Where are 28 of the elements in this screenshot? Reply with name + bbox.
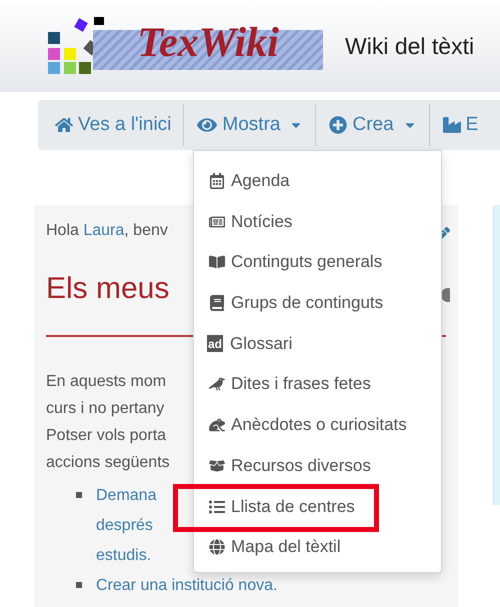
paragraph-line: Potser vols porta bbox=[46, 426, 166, 446]
menu-item[interactable]: Llista de centres bbox=[194, 492, 359, 522]
paragraph-line: accions següents bbox=[46, 453, 170, 473]
paragraph-line: curs i no pertany bbox=[46, 399, 164, 419]
action-link[interactable]: estudis. bbox=[96, 541, 152, 571]
action-link[interactable]: Demana bbox=[96, 481, 156, 511]
paragraph-line: En aquests mom bbox=[46, 372, 166, 392]
page-heading: Els meus bbox=[46, 271, 170, 307]
nav-item[interactable]: Crea bbox=[316, 104, 430, 146]
action-link[interactable]: després bbox=[96, 511, 153, 541]
greeting-text: , benv bbox=[124, 222, 168, 239]
menu-item[interactable]: Agenda bbox=[194, 166, 294, 196]
greeting-text: Hola bbox=[46, 222, 80, 239]
user-link[interactable]: Laura bbox=[83, 222, 124, 239]
menu-item[interactable]: Dites i frases fetes bbox=[194, 369, 375, 400]
glossary-icon: ad bbox=[207, 335, 224, 352]
action-link[interactable]: Crear una institució nova. bbox=[96, 571, 278, 601]
menu-item[interactable]: Anècdotes o curiositats bbox=[194, 410, 411, 440]
site-title: Wiki del tèxti bbox=[345, 32, 474, 60]
menu-item[interactable]: Mapa del tèxtil bbox=[194, 532, 345, 562]
menu-item[interactable]: Recursos diversos bbox=[194, 450, 375, 481]
menu-item[interactable]: Notícies bbox=[194, 206, 296, 237]
nav-item[interactable]: E bbox=[430, 104, 490, 146]
menu-item[interactable]: ad Glossari bbox=[194, 328, 296, 359]
nav-item[interactable]: Ves a l'inici bbox=[38, 104, 184, 146]
menu-item[interactable]: Continguts generals bbox=[194, 247, 386, 278]
menu-item[interactable]: Grups de continguts bbox=[194, 288, 388, 318]
nav-item[interactable]: Mostra bbox=[184, 104, 316, 146]
